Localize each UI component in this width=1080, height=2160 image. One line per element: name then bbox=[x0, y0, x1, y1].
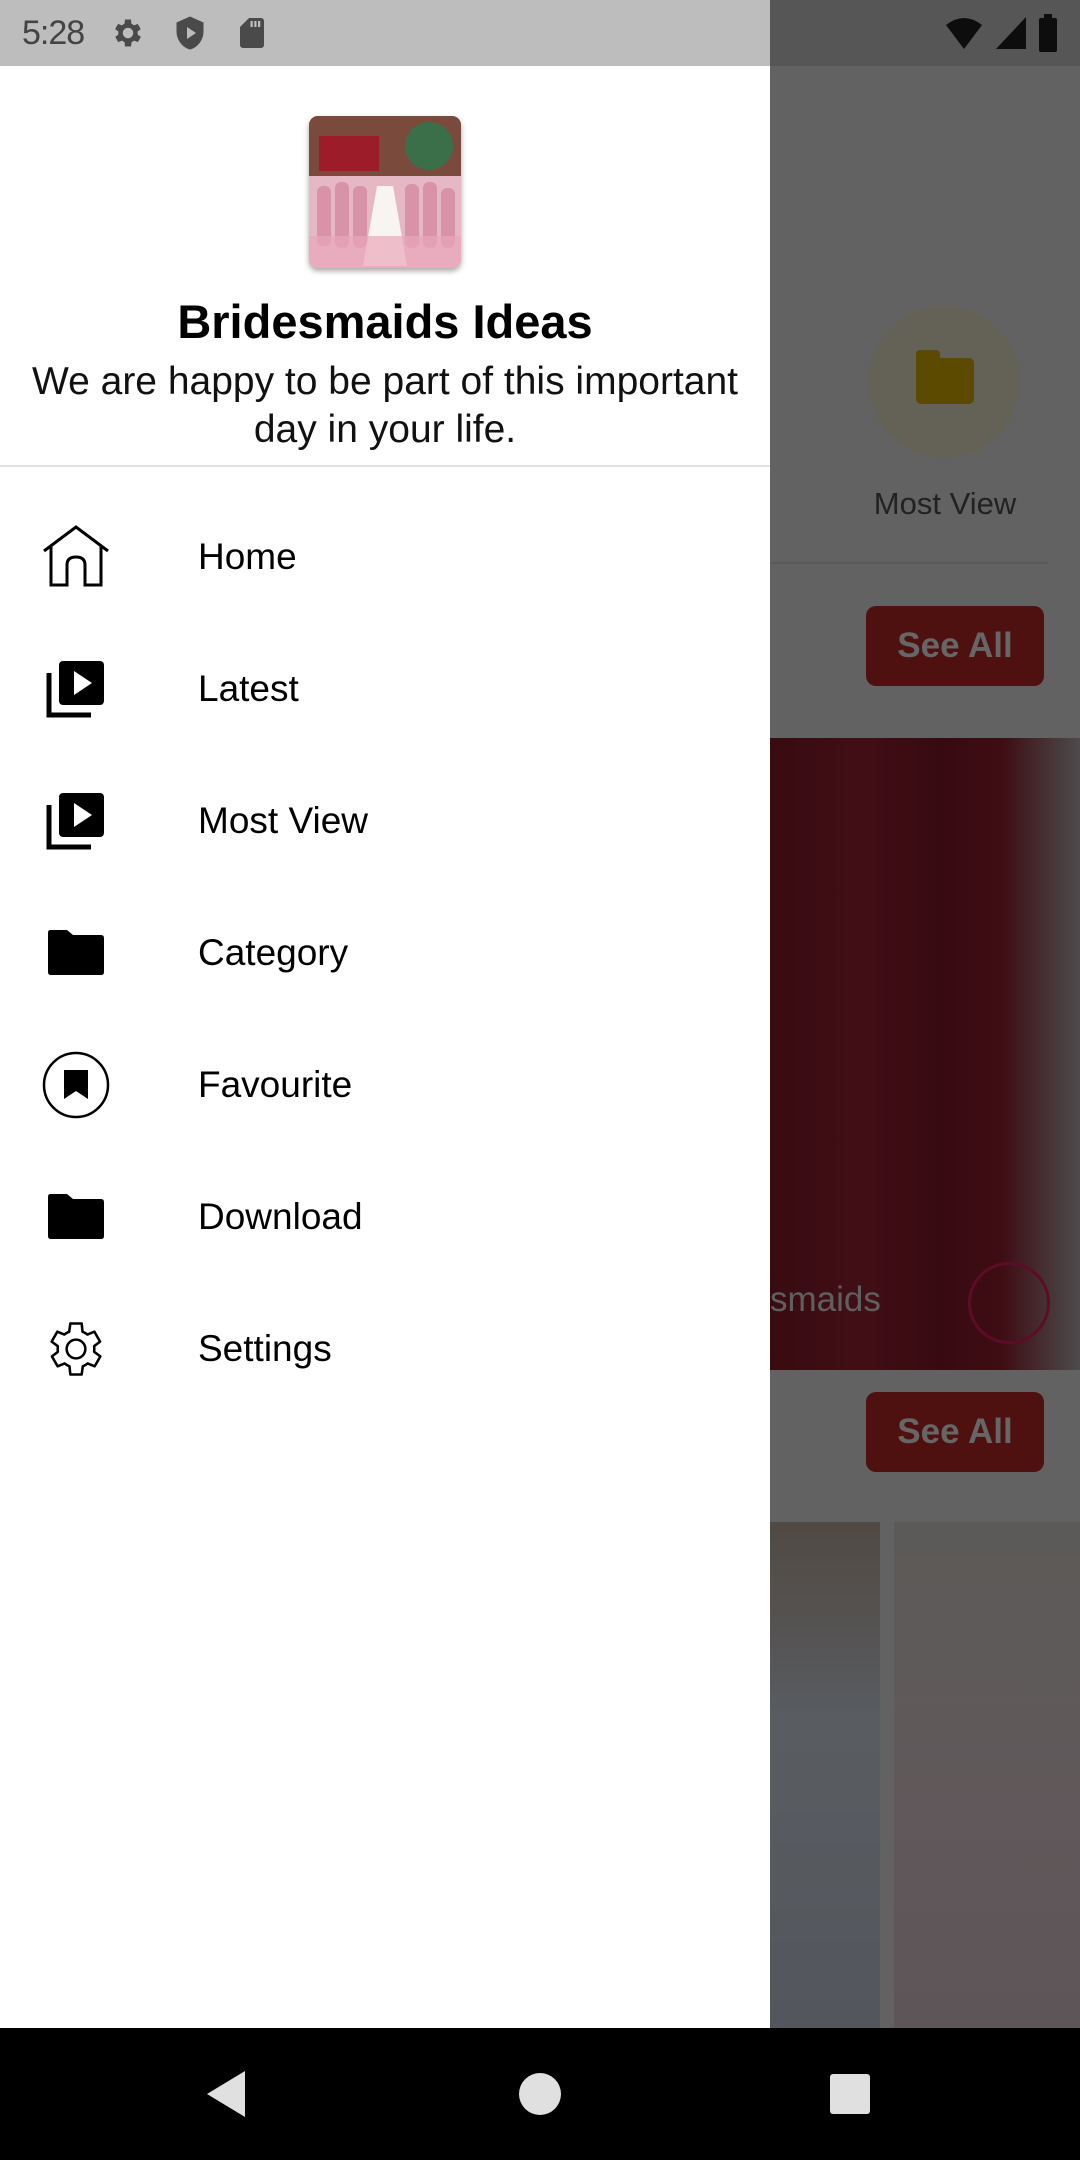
menu-label: Download bbox=[198, 1196, 363, 1237]
menu-item-home[interactable]: Home bbox=[0, 491, 770, 623]
gear-icon bbox=[40, 1313, 112, 1385]
menu-item-category[interactable]: Category bbox=[0, 887, 770, 1019]
app-title: Bridesmaids Ideas bbox=[177, 295, 593, 348]
video-library-icon bbox=[40, 653, 112, 725]
menu-item-latest[interactable]: Latest bbox=[0, 623, 770, 755]
back-icon bbox=[207, 2071, 245, 2117]
menu-label: Favourite bbox=[198, 1064, 353, 1105]
home-icon bbox=[40, 521, 112, 593]
home-circle-icon bbox=[519, 2073, 561, 2115]
menu-item-download[interactable]: Download bbox=[0, 1151, 770, 1283]
menu-label: Settings bbox=[198, 1328, 332, 1369]
menu-item-most-view[interactable]: Most View bbox=[0, 755, 770, 887]
menu-item-favourite[interactable]: Favourite bbox=[0, 1019, 770, 1151]
home-button[interactable] bbox=[510, 2064, 570, 2124]
menu-label: Most View bbox=[198, 800, 368, 841]
folder-icon bbox=[40, 1181, 112, 1253]
navigation-drawer: Bridesmaids Ideas We are happy to be par… bbox=[0, 66, 770, 2028]
recents-button[interactable] bbox=[820, 2064, 880, 2124]
system-navigation-bar bbox=[0, 2028, 1080, 2160]
menu-label: Home bbox=[198, 536, 297, 577]
app-subtitle: We are happy to be part of this importan… bbox=[32, 360, 738, 451]
status-time: 5:28 bbox=[22, 13, 85, 52]
recents-icon bbox=[830, 2074, 870, 2114]
gear-icon bbox=[115, 19, 142, 47]
menu-item-settings[interactable]: Settings bbox=[0, 1283, 770, 1415]
drawer-menu: Home Latest Most View Category Favourite… bbox=[0, 491, 770, 1415]
status-bar: 5:28 bbox=[0, 0, 770, 66]
drawer-header: Bridesmaids Ideas We are happy to be par… bbox=[0, 66, 770, 467]
back-button[interactable] bbox=[196, 2064, 256, 2124]
menu-label: Latest bbox=[198, 668, 299, 709]
menu-label: Category bbox=[198, 932, 349, 973]
folder-icon bbox=[40, 917, 112, 989]
app-logo bbox=[309, 116, 461, 268]
bookmark-circle-icon bbox=[40, 1049, 112, 1121]
shield-play-icon bbox=[176, 16, 204, 50]
sd-card-icon bbox=[240, 18, 265, 48]
video-library-icon bbox=[40, 785, 112, 857]
